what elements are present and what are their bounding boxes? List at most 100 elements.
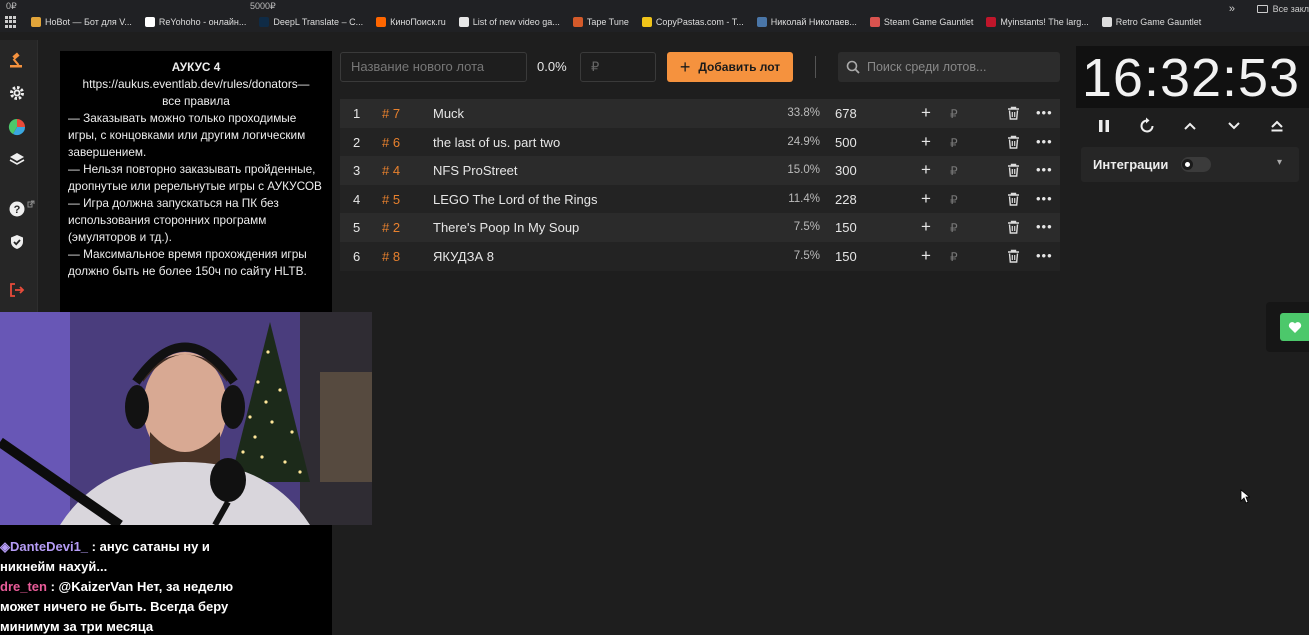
lot-name[interactable]: LEGO The Lord of the Rings (433, 192, 598, 207)
currency-input[interactable]: ₽ (950, 164, 958, 178)
all-bookmarks-folder[interactable]: Все закл (1256, 4, 1309, 14)
add-amount-button[interactable]: + (921, 132, 931, 152)
lot-amount[interactable]: 500 (835, 135, 857, 150)
trash-icon[interactable] (1007, 249, 1020, 266)
pause-icon[interactable] (1093, 115, 1115, 137)
new-lot-amount-input[interactable]: ₽ (580, 52, 656, 82)
chevron-down-icon[interactable]: ▾ (1277, 157, 1282, 168)
lot-index: 1 (353, 106, 361, 121)
chat-message-text: может ничего не быть. Всегда беру (0, 599, 229, 614)
lot-row[interactable]: 4 # 5 LEGO The Lord of the Rings 11.4% 228 + ₽… (340, 184, 1060, 214)
more-options-icon[interactable]: ••• (1036, 219, 1053, 234)
bookmark-favicon-icon (572, 17, 583, 27)
lot-name[interactable]: Muck (433, 106, 464, 121)
lot-row[interactable]: 3 # 4 NFS ProStreet 15.0% 300 + ₽ ••• (340, 156, 1060, 185)
add-amount-button[interactable]: + (921, 160, 931, 180)
gear-icon[interactable] (7, 83, 27, 103)
add-lot-button[interactable]: + Добавить лот (667, 52, 793, 82)
lot-amount[interactable]: 228 (835, 192, 857, 207)
trash-icon[interactable] (1007, 192, 1020, 209)
chat-message-text: минимум за три месяца (0, 619, 154, 634)
integrations-toggle[interactable] (1181, 157, 1211, 172)
lot-percent: 33.8% (787, 107, 820, 119)
lot-name[interactable]: ЯКУДЗА 8 (433, 249, 494, 264)
add-amount-button[interactable]: + (921, 217, 931, 237)
chevron-down-icon[interactable] (1223, 115, 1245, 137)
currency-input[interactable]: ₽ (950, 193, 958, 207)
bookmark-item[interactable]: CopyPastas.com - T... (641, 17, 744, 27)
lot-amount[interactable]: 678 (835, 106, 857, 121)
apps-grid-icon[interactable] (5, 16, 17, 28)
new-lot-name-input[interactable]: Название нового лота (340, 52, 527, 82)
lot-name[interactable]: the last of us. part two (433, 135, 560, 150)
currency-input[interactable]: ₽ (950, 136, 958, 150)
rule-line: — Заказывать можно только проходимые игр… (68, 111, 306, 159)
more-options-icon[interactable]: ••• (1036, 248, 1053, 263)
trash-icon[interactable] (1007, 106, 1020, 123)
bookmark-item[interactable]: Retro Game Gauntlet (1101, 17, 1201, 27)
lot-fast-id: # 8 (382, 248, 401, 264)
pie-chart-icon[interactable] (7, 117, 27, 137)
chat-line: ◈DanteDevi1_ : анус сатаны ну и (0, 537, 332, 557)
bookmark-item[interactable]: HoBot — Бот для V... (31, 17, 132, 27)
chevron-up-icon[interactable] (1179, 115, 1201, 137)
more-options-icon[interactable]: ••• (1036, 191, 1053, 206)
reset-icon[interactable] (1136, 115, 1158, 137)
bookmark-item[interactable]: Myinstants! The larg... (986, 17, 1089, 27)
lot-fast-id: # 6 (382, 134, 401, 150)
currency-input[interactable]: ₽ (950, 221, 958, 235)
lot-search-input[interactable]: Поиск среди лотов... (838, 52, 1060, 82)
more-options-icon[interactable]: ••• (1036, 162, 1053, 177)
bookmark-favicon-icon (376, 17, 387, 27)
trash-icon[interactable] (1007, 220, 1020, 237)
add-amount-button[interactable]: + (921, 246, 931, 266)
bookmark-item[interactable]: DeepL Translate – C... (259, 17, 363, 27)
shield-check-icon[interactable] (7, 232, 27, 252)
mouse-cursor-icon (1240, 489, 1250, 504)
bookmark-item[interactable]: List of new video ga... (458, 17, 560, 27)
gavel-icon[interactable] (7, 50, 27, 70)
rules-link[interactable]: https://aukus.eventlab.dev/rules/donator… (68, 76, 324, 93)
bookmark-item[interactable]: Steam Game Gauntlet (869, 17, 973, 27)
lot-row[interactable]: 5 # 2 There's Poop In My Soup 7.5% 150 + ₽ ••• (340, 213, 1060, 242)
bookmark-favicon-icon (1101, 17, 1112, 27)
bookmark-label: ReYohoho - онлайн... (158, 17, 247, 27)
lot-row[interactable]: 2 # 6 the last of us. part two 24.9% 500 + ₽ ••… (340, 127, 1060, 157)
toggle-knob (1182, 159, 1193, 170)
bookmark-item[interactable]: ReYohoho - онлайн... (144, 17, 247, 27)
more-options-icon[interactable]: ••• (1036, 134, 1053, 149)
bookmark-favicon-icon (144, 17, 155, 27)
bookmarks-more-chevron[interactable]: » (1229, 3, 1235, 15)
layers-icon[interactable] (7, 150, 27, 170)
bookmark-label: Николай Николаев... (770, 17, 857, 27)
webcam-scene (0, 312, 372, 525)
more-options-icon[interactable]: ••• (1036, 105, 1053, 120)
lot-row[interactable]: 6 # 8 ЯКУДЗА 8 7.5% 150 + ₽ ••• (340, 241, 1060, 271)
trash-icon[interactable] (1007, 163, 1020, 180)
eject-icon[interactable] (1266, 115, 1288, 137)
currency-input[interactable]: ₽ (950, 107, 958, 121)
favorite-button[interactable] (1280, 313, 1309, 341)
lot-fast-id: # 2 (382, 220, 401, 236)
bookmark-item[interactable]: КиноПоиск.ru (376, 17, 446, 27)
lot-name[interactable]: NFS ProStreet (433, 163, 518, 178)
add-lot-label: Добавить лот (698, 60, 781, 74)
lot-name[interactable]: There's Poop In My Soup (433, 220, 579, 235)
currency-input[interactable]: ₽ (950, 250, 958, 264)
help-icon[interactable]: ? (7, 199, 27, 219)
lot-percent: 7.5% (793, 221, 820, 234)
lots-table: 1 # 7 Muck 33.8% 678 + ₽ ••• 2 # 6 the last of us.… (340, 99, 1060, 271)
bookmark-label: КиноПоиск.ru (390, 17, 446, 27)
lot-amount[interactable]: 300 (835, 163, 857, 178)
lot-amount[interactable]: 150 (835, 249, 857, 264)
add-amount-button[interactable]: + (921, 189, 931, 209)
bookmark-item[interactable]: Tape Tune (572, 17, 629, 27)
lot-row[interactable]: 1 # 7 Muck 33.8% 678 + ₽ ••• (340, 99, 1060, 128)
logout-icon[interactable] (7, 280, 27, 300)
lot-amount[interactable]: 150 (835, 220, 857, 235)
trash-icon[interactable] (1007, 135, 1020, 152)
bookmark-item[interactable]: Николай Николаев... (756, 17, 857, 27)
lot-fast-id: # 5 (382, 191, 401, 207)
integrations-panel[interactable]: Интеграции ▾ (1081, 147, 1299, 182)
add-amount-button[interactable]: + (921, 103, 931, 123)
